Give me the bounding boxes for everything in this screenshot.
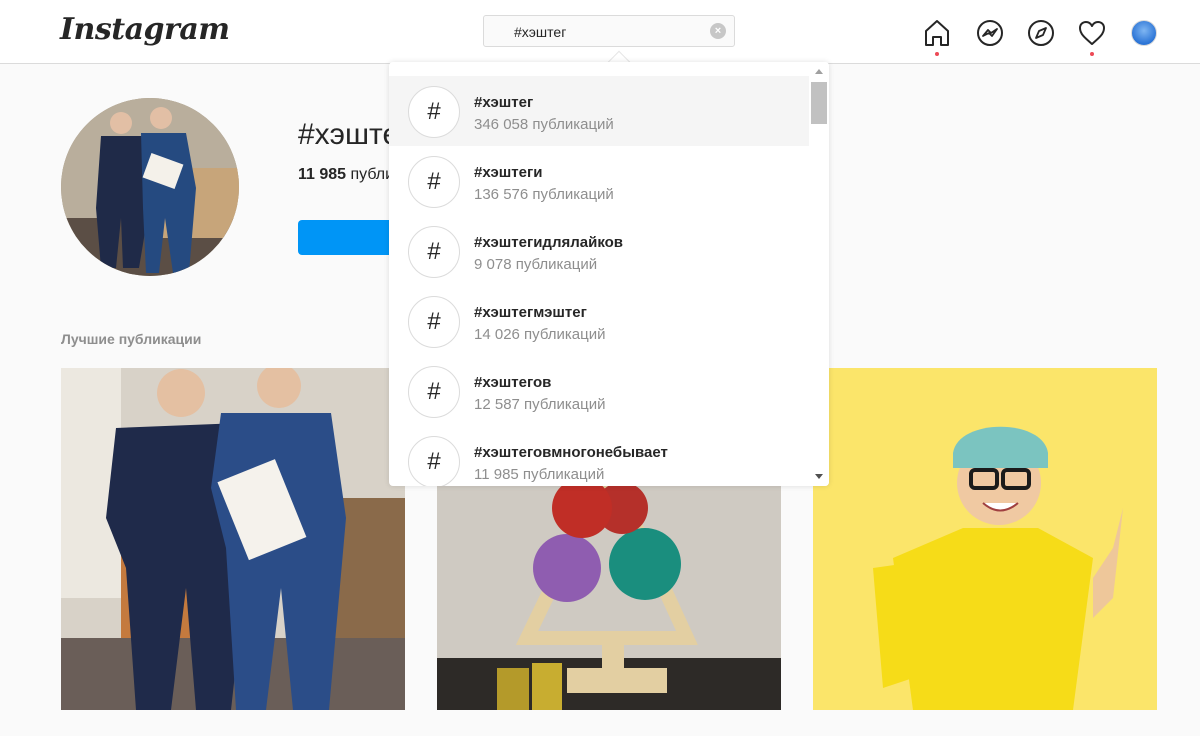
top-navigation-bar: Instagram × bbox=[0, 0, 1200, 64]
search-result-item[interactable]: # #хэштегмэштег 14 026 публикаций bbox=[389, 286, 809, 356]
search-result-name: #хэштегов bbox=[474, 374, 552, 391]
search-result-count: 14 026 публикаций bbox=[474, 326, 606, 343]
instagram-logo[interactable]: Instagram bbox=[60, 12, 230, 47]
search-result-name: #хэштегмэштег bbox=[474, 304, 587, 321]
search-result-item[interactable]: # #хэштегов 12 587 публикаций bbox=[389, 356, 809, 426]
search-result-name: #хэштег bbox=[474, 94, 534, 111]
search-result-item[interactable]: # #хэштег 346 058 публикаций bbox=[389, 76, 809, 146]
post-count-number: 11 985 bbox=[298, 166, 347, 183]
post-thumbnail[interactable] bbox=[813, 368, 1157, 710]
hashtag-icon: # bbox=[408, 156, 460, 208]
heart-icon[interactable] bbox=[1077, 18, 1107, 48]
post-thumbnail[interactable] bbox=[61, 368, 405, 710]
search-result-name: #хэштеговмногонебывает bbox=[474, 444, 668, 461]
hashtag-icon: # bbox=[408, 366, 460, 418]
scroll-up-arrow-icon[interactable] bbox=[815, 69, 823, 74]
search-result-item[interactable]: # #хэштегидлялайков 9 078 публикаций bbox=[389, 216, 809, 286]
scrollbar-thumb[interactable] bbox=[811, 82, 827, 124]
search-result-name: #хэштегидлялайков bbox=[474, 234, 624, 251]
hashtag-avatar bbox=[61, 98, 239, 276]
search-result-count: 9 078 публикаций bbox=[474, 256, 598, 273]
search-result-count: 346 058 публикаций bbox=[474, 116, 614, 133]
activity-notification-dot bbox=[1090, 52, 1094, 56]
scroll-down-arrow-icon[interactable] bbox=[815, 474, 823, 479]
search-result-count: 12 587 публикаций bbox=[474, 396, 606, 413]
profile-avatar[interactable] bbox=[1131, 20, 1157, 46]
hashtag-icon: # bbox=[408, 296, 460, 348]
hashtag-icon: # bbox=[408, 86, 460, 138]
search-result-item[interactable]: # #хэштеги 136 576 публикаций bbox=[389, 146, 809, 216]
messenger-icon[interactable] bbox=[975, 18, 1005, 48]
home-notification-dot bbox=[935, 52, 939, 56]
explore-icon[interactable] bbox=[1026, 18, 1056, 48]
search-results-list: # #хэштег 346 058 публикаций # #хэштеги … bbox=[389, 76, 809, 486]
search-result-item[interactable]: # #хэштеговмногонебывает 11 985 публикац… bbox=[389, 426, 809, 486]
top-posts-label: Лучшие публикации bbox=[61, 331, 202, 347]
hashtag-icon: # bbox=[408, 436, 460, 486]
hashtag-icon: # bbox=[408, 226, 460, 278]
search-result-name: #хэштеги bbox=[474, 164, 543, 181]
dropdown-scrollbar[interactable] bbox=[809, 62, 829, 486]
search-result-count: 11 985 публикаций bbox=[474, 466, 605, 483]
clear-search-icon[interactable]: × bbox=[710, 23, 726, 39]
search-result-count: 136 576 публикаций bbox=[474, 186, 614, 203]
search-results-dropdown: # #хэштег 346 058 публикаций # #хэштеги … bbox=[389, 62, 829, 486]
home-icon[interactable] bbox=[922, 18, 952, 48]
search-input[interactable] bbox=[514, 22, 704, 42]
search-box[interactable]: × bbox=[483, 15, 735, 47]
